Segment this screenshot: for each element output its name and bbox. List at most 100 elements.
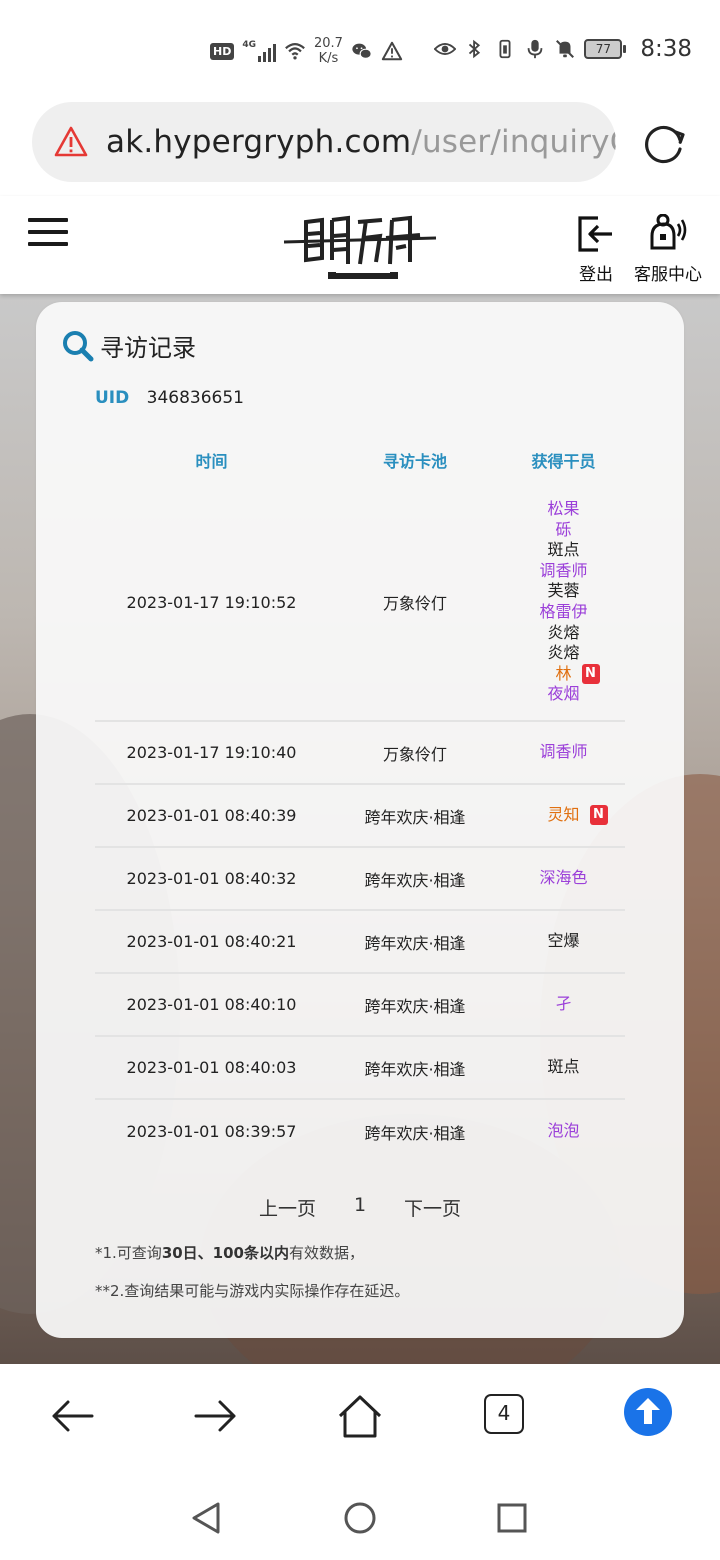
table-row: 2023-01-17 19:10:52 万象伶仃 松果砾斑点 调香师 芙蓉 格雷伊 炎熔 炎熔… [95, 484, 625, 722]
record-time: 2023-01-01 08:40:21 [126, 932, 297, 951]
logout-button[interactable]: 登出 [572, 214, 620, 285]
forward-arrow-icon[interactable] [192, 1392, 240, 1440]
note-1-bold: 30日、100条以内 [161, 1244, 289, 1262]
system-navigation-bar [0, 1476, 720, 1560]
table-body: 2023-01-17 19:10:52 万象伶仃 松果砾斑点 调香师 芙蓉 格雷伊 炎熔 炎熔… [95, 484, 625, 1163]
note-1-suffix: 有效数据， [289, 1244, 365, 1262]
column-operators: 获得干员 [531, 452, 596, 471]
card-title-text: 寻访记录 [100, 334, 196, 362]
note-2: **2.查询结果可能与游戏内实际操作存在延迟。 [95, 1282, 410, 1300]
operator-name: 芙蓉 [547, 581, 579, 602]
operator-name-text: 炎熔 [547, 643, 580, 663]
home-icon[interactable] [336, 1392, 384, 1440]
url-path: /user/inquiryGa [411, 124, 616, 160]
operator-name-text: 夜烟 [547, 684, 580, 704]
status-left: HD 4G 20.7 K/s [210, 36, 403, 66]
browser-toolbar: 4 [0, 1364, 720, 1476]
record-pool: 跨年欢庆·相逢 [364, 996, 466, 1016]
bell-muted-icon [556, 40, 575, 58]
hd-indicator: HD [210, 42, 235, 60]
record-time: 2023-01-01 08:40:32 [126, 869, 297, 888]
operator-name-text: 芙蓉 [547, 581, 580, 601]
scroll-to-top-button[interactable] [624, 1388, 672, 1436]
table-row: 2023-01-01 08:40:10 跨年欢庆·相逢 孑 [95, 974, 625, 1037]
table-row: 2023-01-01 08:40:39 跨年欢庆·相逢 灵知 N [95, 785, 625, 848]
record-operators: 孑 [502, 994, 625, 1015]
note-1: *1.可查询30日、100条以内有效数据， [95, 1242, 364, 1263]
record-pool: 跨年欢庆·相逢 [364, 870, 466, 890]
speed-value: 20.7 [314, 36, 343, 51]
status-bar: HD 4G 20.7 K/s 77 8:38 [0, 0, 720, 100]
record-operators: 灵知 N [502, 805, 625, 826]
record-time: 2023-01-01 08:39:57 [126, 1122, 297, 1141]
record-pool: 跨年欢庆·相逢 [364, 807, 466, 827]
speed-unit: K/s [318, 51, 339, 66]
operator-name-text: 调香师 [539, 742, 588, 762]
prev-page-button[interactable]: 上一页 [259, 1194, 316, 1221]
table-row: 2023-01-01 08:40:32 跨年欢庆·相逢 深海色 [95, 848, 625, 911]
battery-level: 77 [584, 39, 623, 59]
reload-icon[interactable] [640, 120, 688, 168]
operator-name: 孑 [555, 994, 571, 1015]
status-right: 77 8:38 [434, 36, 692, 62]
insecure-warning-icon[interactable] [54, 125, 88, 159]
operator-name: 炎熔 [547, 643, 579, 664]
wifi-icon [285, 43, 305, 60]
operator-name-text: 砾 [555, 519, 572, 539]
operator-name: 泡泡 [547, 1121, 579, 1142]
operator-name: 空爆 [547, 931, 579, 952]
table-row: 2023-01-01 08:40:21 跨年欢庆·相逢 空爆 [95, 911, 625, 974]
system-home-icon[interactable] [342, 1500, 378, 1536]
record-time: 2023-01-01 08:40:39 [126, 806, 297, 825]
arknights-logo[interactable] [282, 208, 438, 284]
operator-name: 调香师 [539, 561, 587, 582]
new-badge: N [581, 663, 600, 684]
vibrate-icon [499, 39, 511, 59]
url-domain: ak.hypergryph.com [106, 124, 412, 160]
operator-name: 斑点 [547, 1057, 579, 1078]
address-bar[interactable]: ak.hypergryph.com/user/inquiryGa [32, 102, 616, 182]
search-icon [63, 330, 94, 361]
operator-name: 夜烟 [547, 684, 579, 705]
table-row: 2023-01-01 08:39:57 跨年欢庆·相逢 泡泡 [95, 1100, 625, 1163]
back-arrow-icon[interactable] [48, 1392, 96, 1440]
customer-service-icon [650, 214, 687, 250]
system-back-icon[interactable] [188, 1500, 224, 1536]
record-operators: 调香师 [502, 742, 625, 763]
eye-comfort-icon [434, 42, 457, 56]
next-page-button[interactable]: 下一页 [404, 1194, 461, 1221]
uid-row: UID 346836651 [95, 388, 244, 408]
operator-name: 灵知 N [547, 805, 608, 826]
record-operators: 深海色 [502, 868, 625, 889]
record-pool: 跨年欢庆·相逢 [364, 1059, 466, 1079]
records-table: 时间 寻访卡池 获得干员 2023-01-17 19:10:52 万象伶仃 松果砾斑… [95, 436, 625, 1163]
operator-name: 斑点 [547, 540, 579, 561]
alert-triangle-icon [381, 41, 403, 61]
battery-indicator: 77 [584, 39, 627, 59]
record-pool: 跨年欢庆·相逢 [364, 1123, 466, 1143]
new-badge: N [589, 805, 608, 826]
column-pool: 寻访卡池 [382, 452, 447, 471]
network-speed: 20.7 K/s [314, 36, 343, 66]
record-operators: 斑点 [502, 1057, 625, 1078]
record-pool: 万象伶仃 [382, 744, 447, 764]
record-pool: 跨年欢庆·相逢 [364, 933, 466, 953]
operator-name-text: 林 [555, 663, 572, 683]
microphone-icon [528, 39, 543, 59]
url-text[interactable]: ak.hypergryph.com/user/inquiryGa [106, 124, 616, 160]
operator-name: 深海色 [539, 868, 587, 889]
system-recents-icon[interactable] [494, 1500, 530, 1536]
record-operators: 松果砾斑点 调香师 芙蓉 格雷伊 炎熔 炎熔林 N 夜烟 [502, 499, 625, 705]
site-header: 登出 客服中心 [0, 196, 720, 294]
menu-icon[interactable] [28, 218, 68, 250]
table-row: 2023-01-17 19:10:40 万象伶仃 调香师 [95, 722, 625, 785]
operator-name-text: 斑点 [547, 540, 580, 560]
clock: 8:38 [640, 36, 692, 62]
customer-service-label: 客服中心 [634, 265, 702, 285]
uid-label: UID [95, 388, 130, 408]
record-pool: 万象伶仃 [382, 594, 447, 613]
network-type-label: 4G [242, 40, 256, 50]
pagination: 上一页 1 下一页 [36, 1194, 684, 1221]
tabs-button[interactable]: 4 [484, 1394, 524, 1434]
customer-service-button[interactable]: 客服中心 [628, 214, 708, 285]
